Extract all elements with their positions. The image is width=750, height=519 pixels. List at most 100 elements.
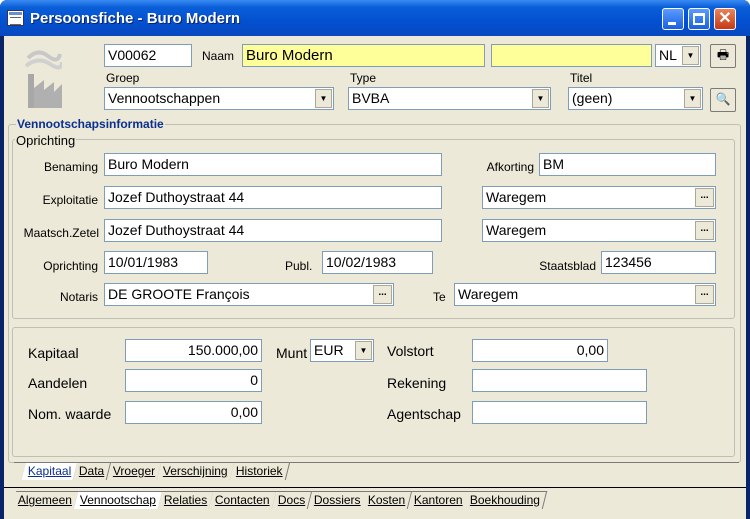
oprichting-date-field[interactable]: 10/01/1983	[104, 251, 208, 274]
notaris-browse-button[interactable]: ...	[373, 285, 392, 304]
type-select[interactable]: BVBA ▼	[348, 87, 551, 110]
tab-label: Boekhouding	[470, 493, 541, 507]
subtab-vroeger[interactable]: Vroeger	[106, 462, 163, 480]
subtab-data[interactable]: Data	[73, 462, 112, 480]
titel-select[interactable]: (geen) ▼	[568, 87, 703, 110]
aandelen-field[interactable]: 0	[125, 369, 262, 392]
tab-label: Kosten	[368, 493, 406, 507]
section-title: Vennootschapsinformatie	[16, 117, 165, 131]
tab-algemeen[interactable]: Algemeen	[11, 491, 80, 509]
print-button[interactable]: 🖶	[710, 44, 736, 68]
tab-dossiers[interactable]: Dossiers	[307, 491, 368, 509]
te-field[interactable]: Waregem...	[454, 283, 716, 306]
chevron-down-icon[interactable]: ▼	[355, 341, 372, 360]
zetel-label: Maatsch.Zetel	[23, 226, 99, 240]
title-bar[interactable]: Persoonsfiche - Buro Modern ✕	[0, 0, 750, 36]
minimize-button[interactable]	[662, 8, 684, 30]
exploitatie-city-field[interactable]: Waregem...	[482, 186, 716, 209]
tab-vennootschap[interactable]: Vennootschap	[73, 491, 164, 509]
tab-kantoren[interactable]: Kantoren	[407, 491, 470, 509]
tab-label: Docs	[278, 493, 306, 507]
te-value: Waregem	[458, 286, 519, 302]
code-field[interactable]: V00062	[104, 44, 192, 67]
benaming-field[interactable]: Buro Modern	[104, 153, 442, 176]
close-button[interactable]: ✕	[714, 8, 736, 30]
groep-select[interactable]: Vennootschappen ▼	[104, 87, 334, 110]
te-label: Te	[433, 290, 446, 304]
naam2-field[interactable]	[491, 44, 652, 67]
subtab-verschijning[interactable]: Verschijning	[156, 462, 235, 480]
client-area: V00062 Naam Buro Modern NL ▼ 🖶 Groep Venn…	[4, 36, 746, 519]
chevron-down-icon[interactable]: ▼	[682, 46, 699, 65]
subtab-label: Vroeger	[112, 464, 155, 478]
window-icon	[7, 10, 24, 26]
tab-kosten[interactable]: Kosten	[361, 491, 413, 509]
chevron-down-icon[interactable]: ▼	[315, 89, 332, 108]
afkorting-field[interactable]: BM	[539, 153, 716, 176]
tab-label: Vennootschap	[79, 493, 157, 507]
publ-date-field[interactable]: 10/02/1983	[322, 251, 433, 274]
tab-label: Contacten	[215, 493, 271, 507]
notaris-value: DE GROOTE François	[108, 286, 250, 302]
naam-label: Naam	[202, 49, 235, 63]
agentschap-field[interactable]	[472, 401, 647, 424]
munt-select[interactable]: EUR ▼	[310, 339, 374, 362]
window-title: Persoonsfiche - Buro Modern	[30, 10, 241, 27]
oprichting-title: Oprichting	[15, 133, 77, 148]
notaris-field[interactable]: DE GROOTE François...	[104, 283, 394, 306]
exploitatie-city-browse-button[interactable]: ...	[695, 188, 714, 207]
chevron-down-icon[interactable]: ▼	[684, 89, 701, 108]
zetel-field[interactable]: Jozef Duthoystraat 44	[104, 219, 442, 242]
subtab-label: Kapitaal	[27, 464, 72, 478]
exploitatie-label: Exploitatie	[42, 193, 98, 207]
afkorting-label: Afkorting	[486, 160, 534, 174]
oprichting-date-label: Oprichting	[43, 259, 98, 273]
tab-label: Kantoren	[413, 493, 463, 507]
groep-value: Vennootschappen	[108, 90, 221, 106]
maintab-line	[4, 487, 746, 488]
maintab-strip: Algemeen Vennootschap Relaties Contacten…	[11, 491, 548, 509]
volstort-label: Volstort	[387, 343, 434, 359]
nom-waarde-label: Nom. waarde	[28, 406, 112, 422]
benaming-label: Benaming	[43, 160, 98, 174]
exploitatie-city-value: Waregem	[486, 189, 547, 205]
zetel-city-value: Waregem	[486, 222, 547, 238]
te-browse-button[interactable]: ...	[695, 285, 714, 304]
search-icon: 🔍	[715, 92, 731, 106]
tab-label: Dossiers	[313, 493, 361, 507]
tab-docs[interactable]: Docs	[271, 491, 313, 509]
nom-waarde-field[interactable]: 0,00	[125, 401, 262, 424]
language-select[interactable]: NL ▼	[655, 44, 701, 67]
tab-boekhouding[interactable]: Boekhouding	[464, 491, 548, 509]
aandelen-label: Aandelen	[28, 375, 88, 391]
tab-label: Algemeen	[17, 493, 72, 507]
zetel-city-field[interactable]: Waregem...	[482, 219, 716, 242]
munt-label: Munt	[276, 345, 308, 361]
titel-value: (geen)	[572, 90, 613, 106]
search-button[interactable]: 🔍	[710, 88, 736, 112]
notaris-label: Notaris	[59, 290, 98, 304]
exploitatie-field[interactable]: Jozef Duthoystraat 44	[104, 186, 442, 209]
chevron-down-icon[interactable]: ▼	[532, 89, 549, 108]
munt-value: EUR	[314, 342, 344, 358]
zetel-city-browse-button[interactable]: ...	[695, 221, 714, 240]
subtab-label: Data	[79, 464, 105, 478]
tab-relaties[interactable]: Relaties	[157, 491, 215, 509]
publ-label: Publ.	[285, 259, 313, 273]
staatsblad-label: Staatsblad	[539, 259, 596, 273]
kapitaal-field[interactable]: 150.000,00	[125, 339, 262, 362]
maximize-button[interactable]	[688, 8, 710, 30]
factory-icon	[24, 44, 62, 110]
rekening-field[interactable]	[472, 369, 647, 392]
subtab-kapitaal[interactable]: Kapitaal	[21, 462, 79, 480]
type-value: BVBA	[352, 90, 390, 106]
subtab-historiek[interactable]: Historiek	[229, 462, 290, 480]
volstort-field[interactable]: 0,00	[472, 339, 608, 362]
naam-field[interactable]: Buro Modern	[242, 44, 485, 67]
staatsblad-field[interactable]: 123456	[601, 251, 716, 274]
tab-contacten[interactable]: Contacten	[209, 491, 278, 509]
subtab-label: Historiek	[235, 464, 283, 478]
agentschap-label: Agentschap	[387, 406, 461, 422]
kapitaal-label: Kapitaal	[28, 345, 79, 361]
printer-icon: 🖶	[716, 47, 730, 62]
